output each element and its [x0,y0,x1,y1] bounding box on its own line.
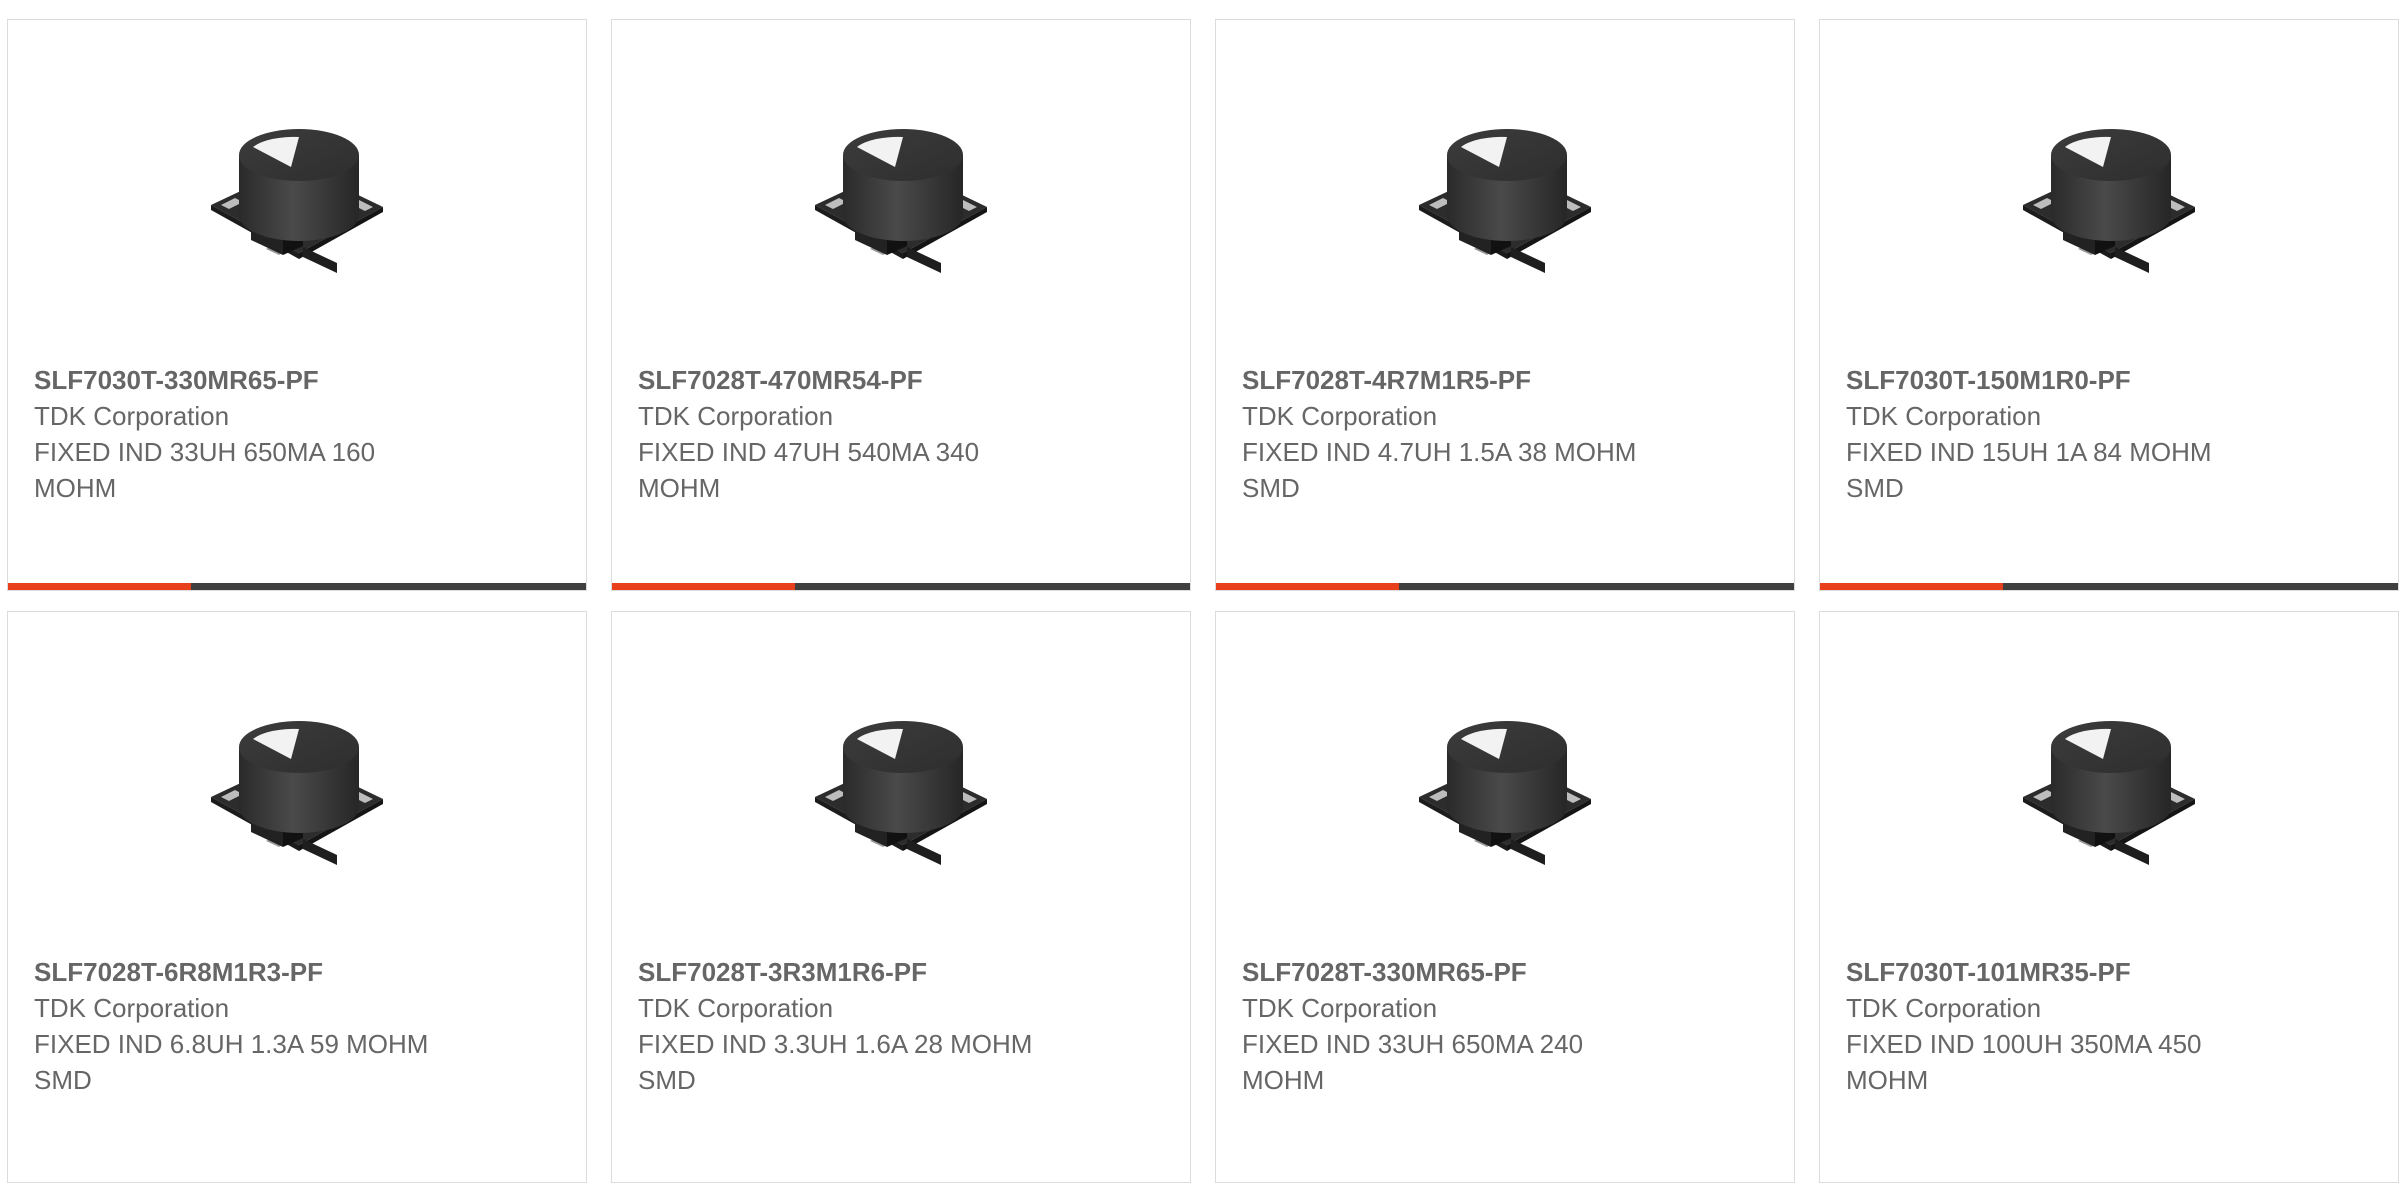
product-card[interactable]: SLF7030T-150M1R0-PF TDK Corporation FIXE… [1819,19,2399,591]
inductor-image[interactable] [795,97,1005,307]
part-number[interactable]: SLF7028T-4R7M1R5-PF [1242,362,1768,398]
card-progress-bar [8,583,586,590]
product-card[interactable]: SLF7028T-330MR65-PF TDK Corporation FIXE… [1215,611,1795,1183]
product-card[interactable]: SLF7028T-470MR54-PF TDK Corporation FIXE… [611,19,1191,591]
manufacturer: TDK Corporation [1846,993,2042,1023]
inductor-image[interactable] [2003,97,2213,307]
product-description: FIXED IND 100UH 350MA 450 MOHM [1846,1029,2202,1095]
manufacturer: TDK Corporation [34,401,230,431]
product-info: SLF7028T-6R8M1R3-PF TDK Corporation FIXE… [34,954,560,1098]
product-description: FIXED IND 15UH 1A 84 MOHM SMD [1846,437,2212,503]
card-progress-fill [8,583,191,590]
product-card[interactable]: SLF7028T-6R8M1R3-PF TDK Corporation FIXE… [7,611,587,1183]
product-info: SLF7028T-330MR65-PF TDK Corporation FIXE… [1242,954,1768,1098]
card-progress-fill [1820,583,2003,590]
manufacturer: TDK Corporation [638,993,834,1023]
product-card[interactable]: SLF7030T-101MR35-PF TDK Corporation FIXE… [1819,611,2399,1183]
inductor-image[interactable] [2003,689,2213,899]
card-progress-bar [1216,583,1794,590]
part-number[interactable]: SLF7030T-330MR65-PF [34,362,560,398]
manufacturer: TDK Corporation [638,401,834,431]
manufacturer: TDK Corporation [1242,993,1438,1023]
inductor-image[interactable] [795,689,1005,899]
inductor-image[interactable] [191,689,401,899]
manufacturer: TDK Corporation [34,993,230,1023]
part-number[interactable]: SLF7030T-150M1R0-PF [1846,362,2372,398]
card-progress-fill [1216,583,1399,590]
product-description: FIXED IND 33UH 650MA 160 MOHM [34,437,376,503]
product-card[interactable]: SLF7030T-330MR65-PF TDK Corporation FIXE… [7,19,587,591]
inductor-image[interactable] [1399,689,1609,899]
part-number[interactable]: SLF7028T-6R8M1R3-PF [34,954,560,990]
card-progress-fill [612,583,795,590]
product-grid: SLF7030T-330MR65-PF TDK Corporation FIXE… [7,19,2399,1183]
product-description: FIXED IND 33UH 650MA 240 MOHM [1242,1029,1584,1095]
part-number[interactable]: SLF7028T-470MR54-PF [638,362,1164,398]
part-number[interactable]: SLF7028T-330MR65-PF [1242,954,1768,990]
product-description: FIXED IND 6.8UH 1.3A 59 MOHM SMD [34,1029,429,1095]
product-description: FIXED IND 47UH 540MA 340 MOHM [638,437,980,503]
product-description: FIXED IND 3.3UH 1.6A 28 MOHM SMD [638,1029,1033,1095]
inductor-image[interactable] [1399,97,1609,307]
product-card[interactable]: SLF7028T-3R3M1R6-PF TDK Corporation FIXE… [611,611,1191,1183]
inductor-image[interactable] [191,97,401,307]
product-info: SLF7030T-101MR35-PF TDK Corporation FIXE… [1846,954,2372,1098]
product-description: FIXED IND 4.7UH 1.5A 38 MOHM SMD [1242,437,1637,503]
manufacturer: TDK Corporation [1242,401,1438,431]
product-info: SLF7030T-150M1R0-PF TDK Corporation FIXE… [1846,362,2372,506]
product-info: SLF7028T-470MR54-PF TDK Corporation FIXE… [638,362,1164,506]
product-info: SLF7028T-4R7M1R5-PF TDK Corporation FIXE… [1242,362,1768,506]
part-number[interactable]: SLF7030T-101MR35-PF [1846,954,2372,990]
card-progress-bar [612,583,1190,590]
product-info: SLF7028T-3R3M1R6-PF TDK Corporation FIXE… [638,954,1164,1098]
manufacturer: TDK Corporation [1846,401,2042,431]
product-info: SLF7030T-330MR65-PF TDK Corporation FIXE… [34,362,560,506]
product-card[interactable]: SLF7028T-4R7M1R5-PF TDK Corporation FIXE… [1215,19,1795,591]
part-number[interactable]: SLF7028T-3R3M1R6-PF [638,954,1164,990]
card-progress-bar [1820,583,2398,590]
